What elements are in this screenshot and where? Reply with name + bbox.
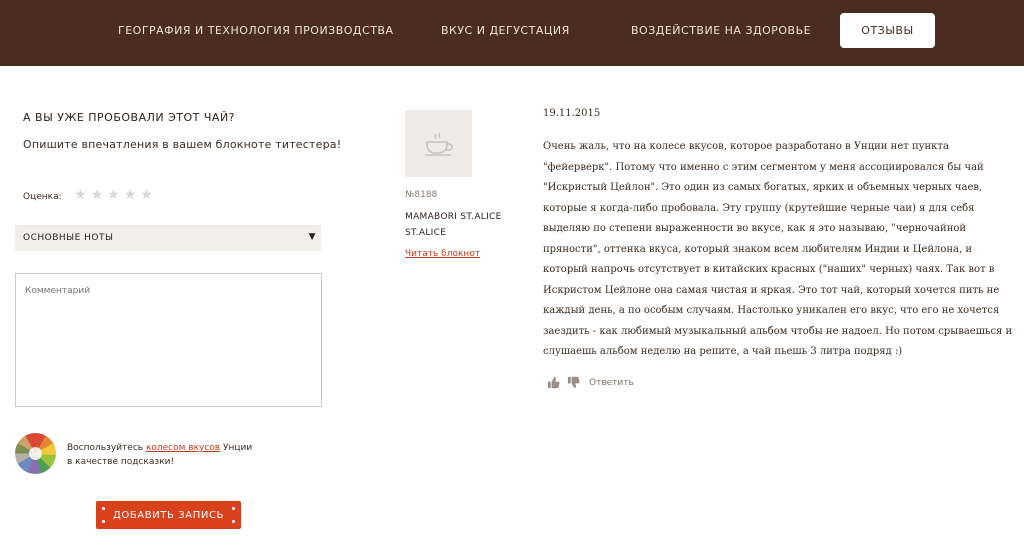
add-entry-label: Добавить запись xyxy=(113,509,224,521)
review-text: Очень жаль, что на колесе вкусов, которо… xyxy=(543,141,1013,357)
thumbs-up-icon[interactable] xyxy=(547,376,560,389)
hint-text-before: Воспользуйтесь xyxy=(67,443,146,453)
reply-link[interactable]: Ответить xyxy=(589,378,634,388)
rating-label: Оценка: xyxy=(23,192,62,202)
caret-down-icon: ▼ xyxy=(308,232,316,242)
review-actions: Ответить xyxy=(547,376,634,389)
comment-field[interactable] xyxy=(15,273,322,407)
notes-select-value: Основные ноты xyxy=(23,233,114,243)
star-icon[interactable]: ★ xyxy=(107,188,120,202)
hint-text-after: Унции xyxy=(220,443,253,453)
star-icon[interactable]: ★ xyxy=(124,188,137,202)
tea-cup-icon xyxy=(424,132,453,156)
form-subtitle: Опишите впечатления в вашем блокноте тит… xyxy=(23,138,342,151)
user-name[interactable]: Mamabori st.alice st.alice xyxy=(405,209,502,241)
notes-select[interactable]: Основные ноты ▼ xyxy=(15,225,321,251)
thumbs-down-icon[interactable] xyxy=(567,376,580,389)
read-notebook-link[interactable]: Читать блокнот xyxy=(405,249,480,259)
user-avatar[interactable] xyxy=(405,110,472,177)
star-icon[interactable]: ★ xyxy=(140,188,153,202)
top-navigation: География и технология производства Вкус… xyxy=(0,0,1024,66)
user-name-line2: st.alice xyxy=(405,228,447,238)
decor-dot xyxy=(232,520,235,523)
flavor-wheel-link[interactable]: колесом вкусов xyxy=(146,443,220,453)
decor-dot xyxy=(102,507,105,510)
decor-dot xyxy=(102,520,105,523)
nav-item-taste[interactable]: Вкус и дегустация xyxy=(441,24,570,37)
hint-text-line2: в качестве подсказки! xyxy=(67,457,175,467)
flavor-wheel-hint: Воспользуйтесь колесом вкусов Унции в ка… xyxy=(67,441,287,469)
add-entry-button[interactable]: Добавить запись xyxy=(96,501,241,529)
user-name-line1: Mamabori st.alice xyxy=(405,212,502,222)
star-icon[interactable]: ★ xyxy=(74,188,87,202)
nav-item-health[interactable]: Воздействие на здоровье xyxy=(631,24,811,37)
rating-stars[interactable]: ★ ★ ★ ★ ★ xyxy=(74,188,153,202)
tab-reviews[interactable]: Отзывы xyxy=(840,13,935,48)
nav-item-geography[interactable]: География и технология производства xyxy=(118,24,394,37)
review-date: 19.11.2015 xyxy=(543,108,601,119)
flavor-wheel-icon[interactable] xyxy=(15,433,56,474)
form-heading: А вы уже пробовали этот чай? xyxy=(23,111,236,124)
star-icon[interactable]: ★ xyxy=(91,188,104,202)
user-number: №8188 xyxy=(405,190,438,200)
decor-dot xyxy=(232,507,235,510)
